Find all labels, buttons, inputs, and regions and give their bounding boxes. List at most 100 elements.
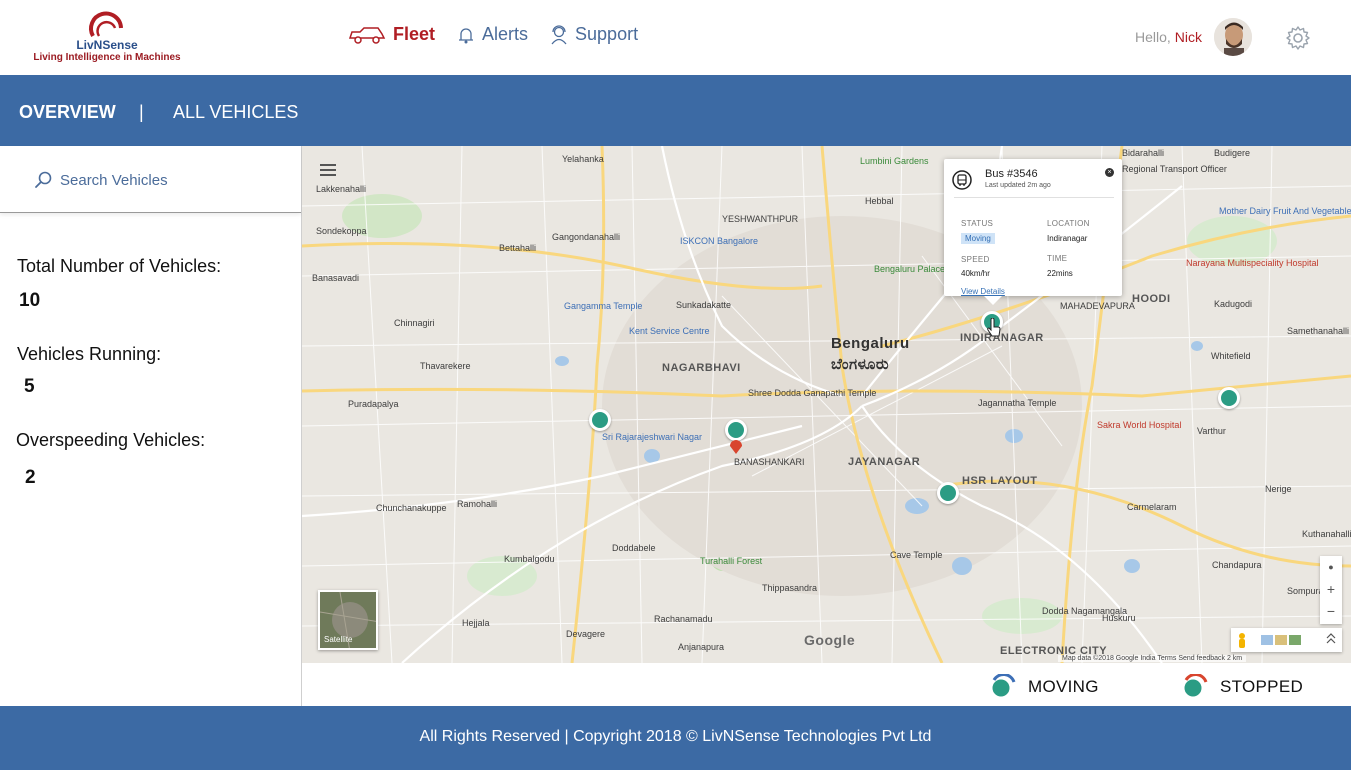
sub-nav: OVERVIEW | ALL VEHICLES <box>0 75 1351 146</box>
tab-separator: | <box>139 102 144 122</box>
fleet-map[interactable]: Yelahanka Lakkenahalli Sondekoppa Banasa… <box>302 146 1351 663</box>
close-icon[interactable]: × <box>1105 168 1114 177</box>
map-label: Chunchanakuppe <box>376 503 447 513</box>
greeting-text: Hello, <box>1135 29 1171 45</box>
search-input[interactable] <box>60 168 280 192</box>
map-label: Varthur <box>1197 426 1226 436</box>
vehicle-marker-overspeed[interactable] <box>725 419 747 441</box>
map-label: Turahalli Forest <box>700 556 763 566</box>
zoom-out-button[interactable]: − <box>1320 600 1342 622</box>
map-menu-icon[interactable] <box>320 164 336 176</box>
map-label: Jagannatha Temple <box>978 398 1057 408</box>
map-label: Mother Dairy Fruit And Vegetable Pvt <box>1219 206 1351 216</box>
popup-location-value: Indiranagar <box>1047 234 1088 243</box>
zoom-controls: ● + − <box>1320 556 1342 624</box>
map-label: ISKCON Bangalore <box>680 236 759 246</box>
map-label: Chinnagiri <box>394 318 435 328</box>
footer: All Rights Reserved | Copyright 2018 © L… <box>0 706 1351 770</box>
main-nav: Fleet Alerts Support <box>348 24 638 45</box>
moving-marker-icon <box>989 674 1016 700</box>
vehicle-info-popup: Bus #3546 Last updated 2m ago × STATUS M… <box>944 159 1122 305</box>
map-city-label: Bengaluru <box>831 335 910 352</box>
map-label: Devagere <box>566 629 606 639</box>
map-label: Anjanapura <box>678 642 725 652</box>
map-label: Thavarekere <box>420 361 471 371</box>
map-label: YESHWANTHPUR <box>722 214 799 224</box>
stat-running-label: Vehicles Running: <box>17 344 162 364</box>
map-label: Narayana Multispeciality Hospital <box>1186 258 1319 268</box>
map-label: Rachanamadu <box>654 614 713 624</box>
stat-total-value: 10 <box>19 290 41 311</box>
hand-cursor-icon <box>987 318 1001 337</box>
map-label: Carmelaram <box>1127 502 1177 512</box>
map-legend: MOVING STOPPED <box>302 663 1351 706</box>
map-label: Hebbal <box>865 196 894 206</box>
vehicle-marker-moving[interactable] <box>937 482 959 504</box>
user-name: Nick <box>1174 29 1203 45</box>
map-label: Sri Rajarajeshwari Nagar <box>602 432 703 442</box>
map-label: Lakkenahalli <box>316 184 367 194</box>
map-label: Bengaluru Palace <box>874 264 946 274</box>
tab-all-vehicles[interactable]: ALL VEHICLES <box>173 102 298 123</box>
popup-divider <box>954 197 1114 198</box>
legend-stopped: STOPPED <box>1180 674 1303 700</box>
map-label: BANASHANKARI <box>734 457 805 467</box>
map-label: NAGARBHAVI <box>662 362 741 374</box>
sidebar: Total Number of Vehicles: 10 Vehicles Ru… <box>0 146 302 706</box>
popup-status-label: STATUS <box>961 219 994 228</box>
zoom-in-button[interactable]: + <box>1320 578 1342 600</box>
map-label: Gangamma Temple <box>564 301 643 311</box>
bus-icon <box>952 170 972 190</box>
nav-item-support[interactable]: Support <box>550 24 638 45</box>
search-icon <box>35 171 52 188</box>
truck-icon <box>348 26 386 44</box>
my-location-icon[interactable]: ● <box>1320 556 1342 578</box>
overspeed-pin-icon <box>730 440 742 454</box>
satellite-toggle[interactable]: Satellite <box>318 590 378 650</box>
copyright-text: All Rights Reserved | Copyright 2018 © L… <box>419 728 932 745</box>
map-attribution: Map data ©2018 Google India Terms Send f… <box>1058 655 1247 662</box>
brand-logo[interactable]: LivNSense Living Intelligence in Machine… <box>26 6 188 66</box>
popup-time-label: TIME <box>1047 254 1068 263</box>
tab-overview[interactable]: OVERVIEW <box>19 102 116 123</box>
map-label: Hejjala <box>462 618 490 628</box>
map-label: Sakra World Hospital <box>1097 420 1182 430</box>
legend-stopped-label: STOPPED <box>1220 677 1304 696</box>
map-label: Regional Transport Officer <box>1122 164 1227 174</box>
stat-overspeed-value: 2 <box>25 467 36 488</box>
nav-item-alerts[interactable]: Alerts <box>457 24 528 45</box>
gear-icon[interactable] <box>1286 26 1310 50</box>
nav-item-alerts-label: Alerts <box>482 24 529 44</box>
map-base-layer <box>302 146 1351 663</box>
map-label: MAHADEVAPURA <box>1060 301 1135 311</box>
map-label: Ramohalli <box>457 499 498 509</box>
vehicle-marker-moving[interactable] <box>1218 387 1240 409</box>
vehicle-marker-moving[interactable] <box>589 409 611 431</box>
map-label: Samethanahalli <box>1287 326 1350 336</box>
google-logo: Google <box>804 632 856 648</box>
map-label: Puradapalya <box>348 399 399 409</box>
popup-speed-label: SPEED <box>961 255 990 264</box>
map-label: Gangondanahalli <box>552 232 621 242</box>
map-label: Sunkadakatte <box>676 300 732 310</box>
logo-mark-icon <box>89 11 123 37</box>
map-label: Kumbalgodu <box>504 554 555 564</box>
map-label: Kadugodi <box>1214 299 1253 309</box>
map-label: Bettahalli <box>499 243 537 253</box>
satellite-label: Satellite <box>324 635 353 644</box>
map-label: Cave Temple <box>890 550 943 560</box>
popup-last-updated: Last updated 2m ago <box>985 182 1051 189</box>
search-bar <box>0 146 301 213</box>
view-details-link[interactable]: View Details <box>961 287 1005 296</box>
nav-item-support-label: Support <box>575 24 639 44</box>
stopped-marker-icon <box>1181 674 1208 700</box>
map-label: Lumbini Gardens <box>860 156 929 166</box>
avatar[interactable] <box>1214 18 1253 56</box>
map-label: Budigere <box>1214 148 1251 158</box>
nav-item-fleet[interactable]: Fleet <box>348 24 435 45</box>
popup-title: Bus #3546 <box>985 168 1038 180</box>
map-label: Yelahanka <box>562 154 604 164</box>
stat-total-label: Total Number of Vehicles: <box>17 256 222 276</box>
user-menu[interactable]: Hello, Nick <box>1135 18 1253 56</box>
legend-moving-label: MOVING <box>1028 677 1099 696</box>
